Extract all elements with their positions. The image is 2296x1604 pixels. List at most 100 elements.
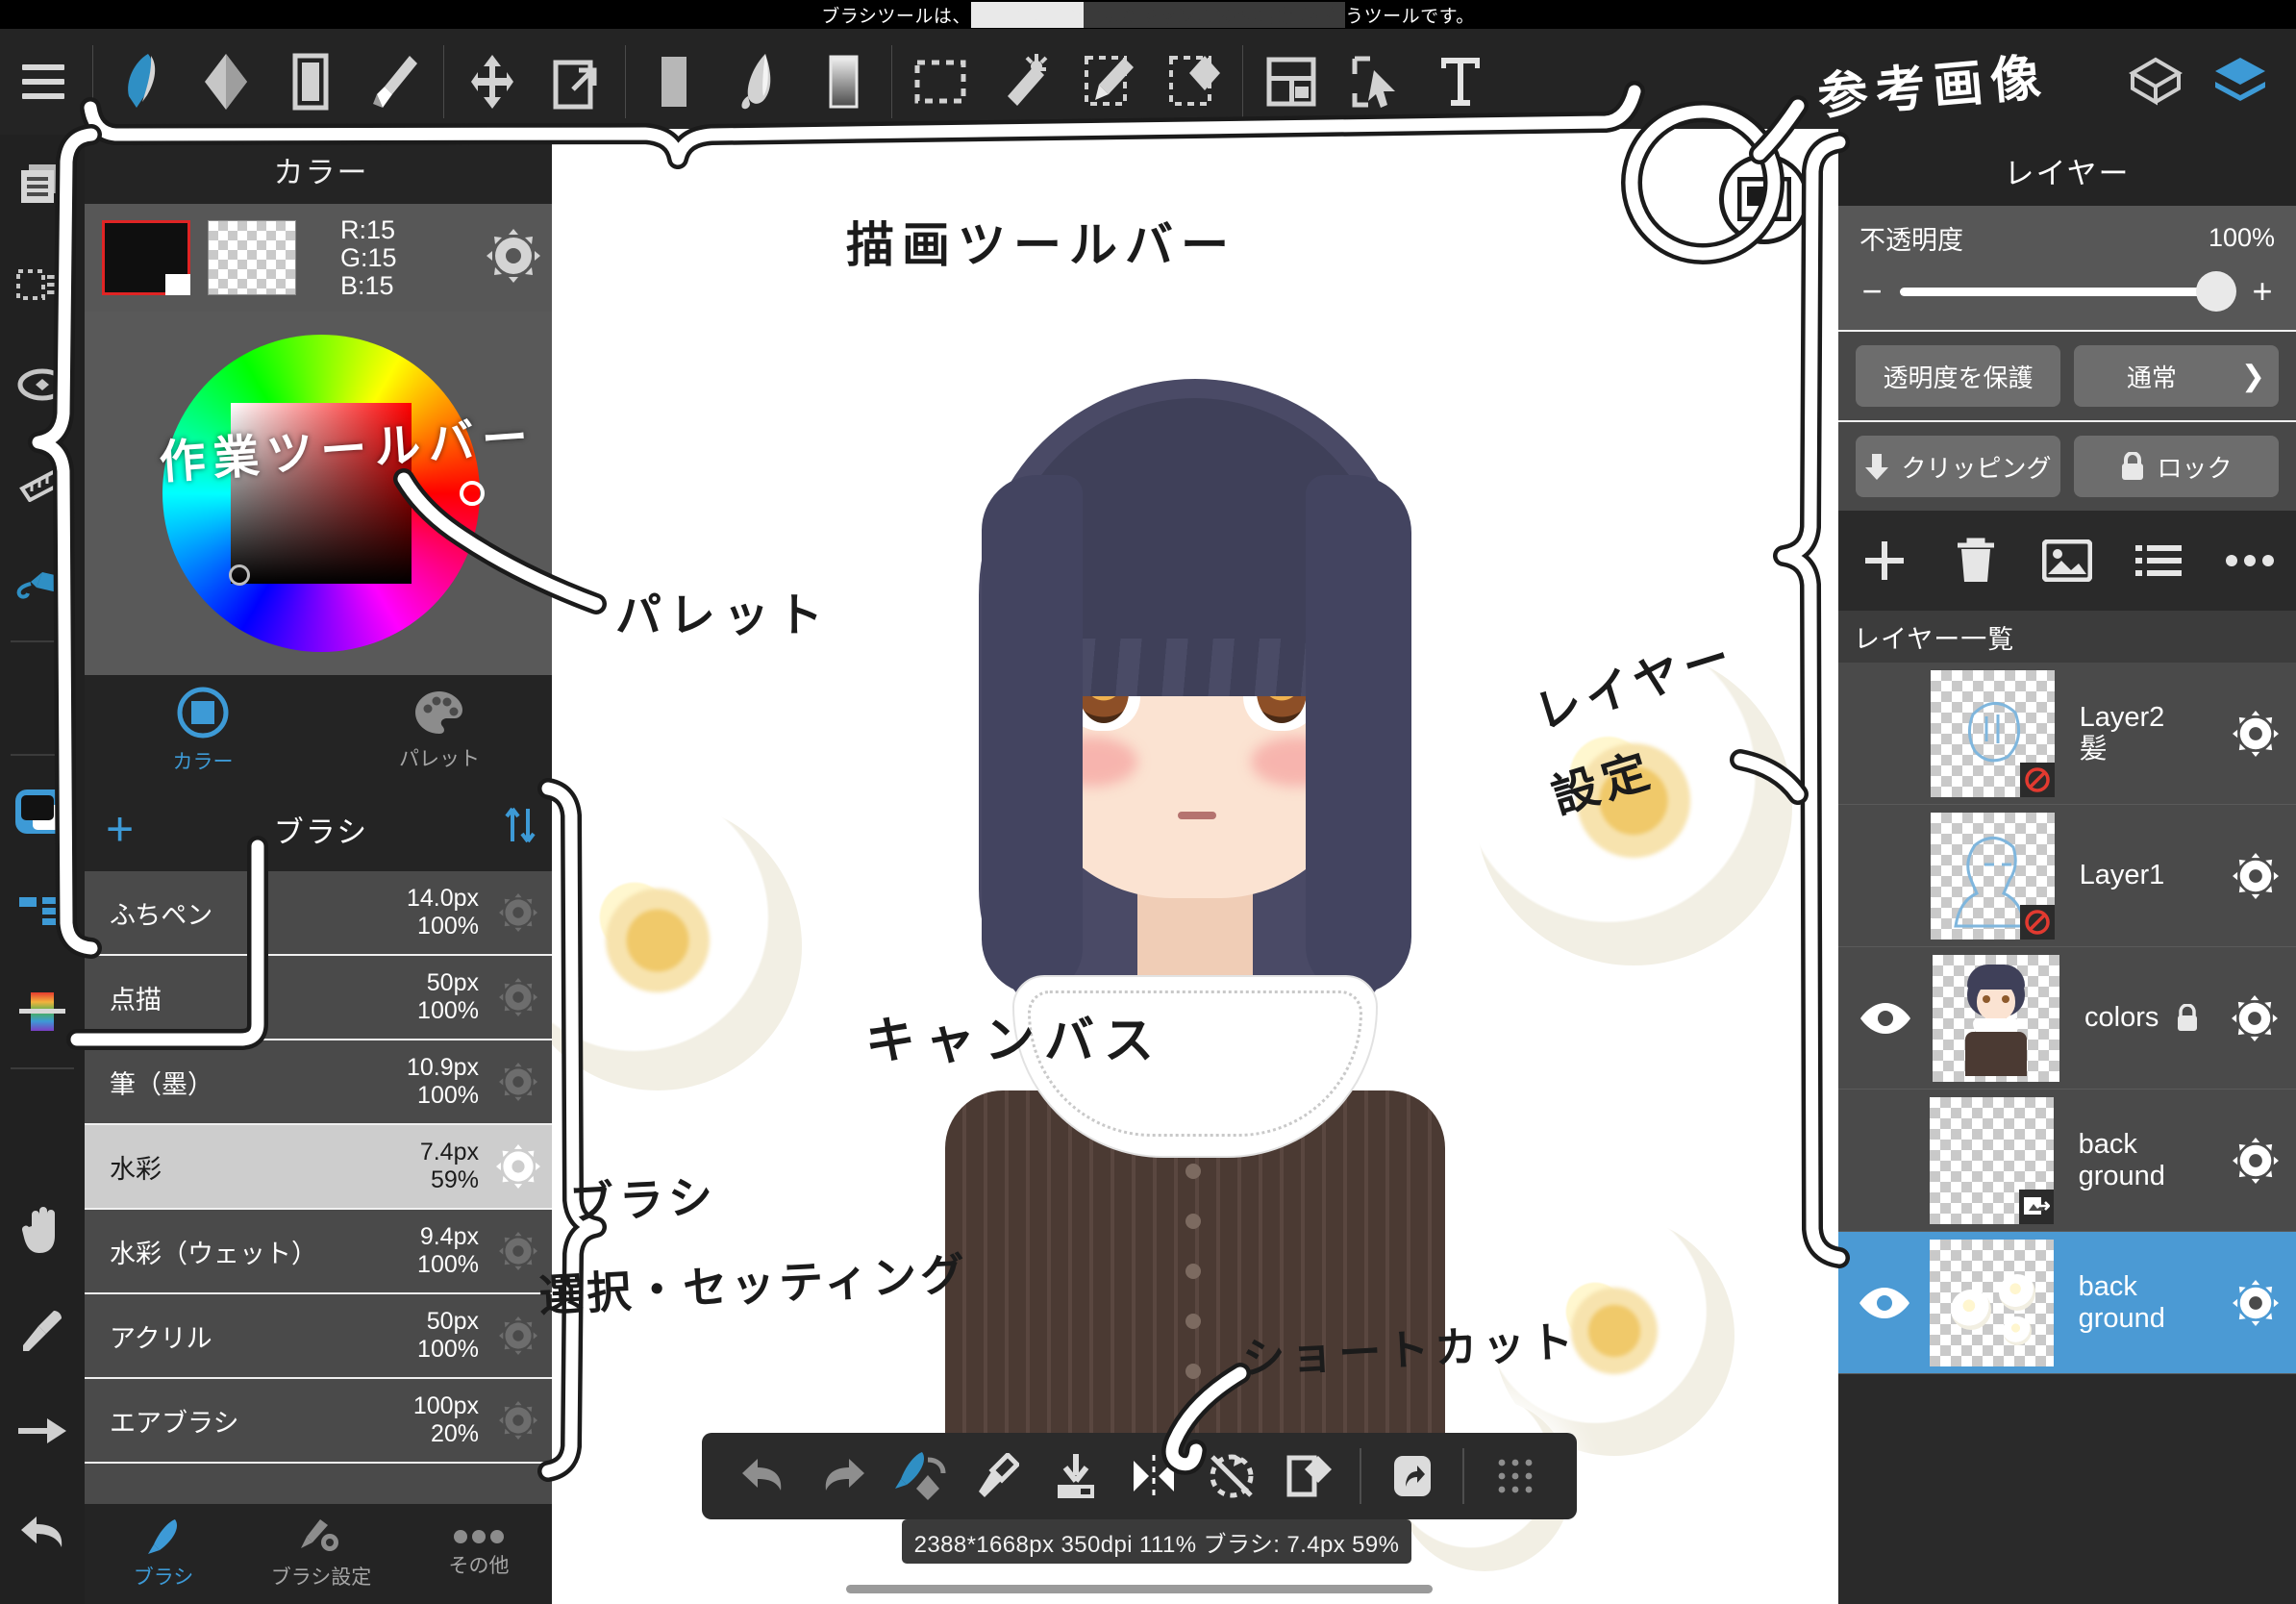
undo-icon[interactable] — [725, 1455, 803, 1497]
gear-icon[interactable] — [2215, 710, 2296, 757]
gear-icon[interactable] — [488, 1063, 548, 1101]
reference-window-icon[interactable] — [1719, 154, 1809, 244]
gear-icon[interactable] — [2215, 1137, 2296, 1184]
hue-knob[interactable] — [460, 481, 485, 506]
drag-handle-icon[interactable] — [1476, 1455, 1554, 1497]
pen-pressure-icon[interactable] — [0, 535, 85, 635]
layer-row[interactable]: Layer1 — [1838, 805, 2296, 947]
lock-button[interactable]: ロック — [2074, 436, 2279, 497]
brush-row[interactable]: 水彩（ウェット） 9.4px 100% — [85, 1210, 558, 1294]
opacity-slider[interactable]: − + — [1859, 271, 2275, 312]
paint-bucket-tool[interactable] — [716, 29, 801, 135]
gear-icon[interactable] — [2215, 852, 2296, 899]
color-wheel-area[interactable] — [85, 312, 558, 675]
share-icon[interactable] — [1373, 1454, 1451, 1498]
redo-icon[interactable] — [803, 1455, 881, 1497]
select-pen-tool[interactable] — [1067, 29, 1152, 135]
fill-tool[interactable] — [632, 29, 716, 135]
tab-color[interactable]: カラー — [85, 675, 321, 787]
layers-icon[interactable] — [2198, 29, 2283, 135]
layer-row[interactable]: back ground — [1838, 1090, 2296, 1232]
color-bar-icon[interactable] — [0, 962, 85, 1062]
clipping-button[interactable]: クリッピング — [1856, 436, 2060, 497]
move-tool[interactable] — [450, 29, 535, 135]
object-select-tool[interactable] — [1334, 29, 1418, 135]
ruler-icon[interactable] — [0, 435, 85, 535]
rotate-reset-icon[interactable] — [1192, 1451, 1270, 1501]
gear-icon[interactable] — [487, 228, 540, 288]
smudge-tool[interactable] — [268, 29, 353, 135]
gear-icon[interactable] — [2213, 994, 2296, 1041]
brush-row[interactable]: ふちペン 14.0px 100% — [85, 871, 558, 956]
gear-icon[interactable] — [488, 893, 548, 932]
brush-row[interactable]: アクリル 50px 100% — [85, 1294, 558, 1379]
gear-icon[interactable] — [488, 1232, 548, 1270]
gear-icon[interactable] — [488, 978, 548, 1016]
material-3d-icon[interactable] — [2113, 29, 2198, 135]
saturation-value-box[interactable] — [229, 403, 412, 586]
eyedropper-icon[interactable] — [0, 1281, 85, 1381]
footer-tab-brush-settings[interactable]: ブラシ設定 — [242, 1504, 400, 1604]
opacity-increase-button[interactable]: + — [2250, 274, 2275, 309]
opacity-slider-track[interactable] — [1900, 271, 2236, 312]
artboard[interactable] — [552, 129, 1838, 1604]
arrow-right-icon[interactable] — [0, 1381, 85, 1481]
sort-updown-icon[interactable] — [504, 805, 537, 854]
layer-menu-icon[interactable] — [2113, 543, 2205, 578]
eyedropper-icon[interactable] — [959, 1453, 1036, 1499]
layer-row[interactable]: colors — [1838, 947, 2296, 1090]
add-layer-icon[interactable] — [1838, 538, 1930, 584]
brush-eraser-swap-icon[interactable] — [881, 1450, 959, 1502]
gear-icon[interactable] — [488, 1316, 548, 1355]
gradient-tool[interactable] — [801, 29, 886, 135]
layer-row-selected[interactable]: back ground — [1838, 1232, 2296, 1374]
rotate-icon[interactable] — [0, 335, 85, 435]
brush-tool[interactable] — [99, 29, 184, 135]
layer-row[interactable]: Layer2髪 — [1838, 663, 2296, 805]
chevron-right-icon: ❯ — [2240, 360, 2265, 392]
canvas-area[interactable] — [552, 129, 1838, 1604]
text-tool[interactable] — [1418, 29, 1503, 135]
new-layer-eraser-icon[interactable] — [1270, 1452, 1348, 1500]
tab-palette[interactable]: パレット — [321, 675, 558, 787]
brush-opacity: 100% — [417, 1336, 479, 1363]
opacity-decrease-button[interactable]: − — [1859, 274, 1884, 309]
hand-pan-icon[interactable] — [0, 1181, 85, 1281]
brush-row[interactable]: 筆（墨） 10.9px 100% — [85, 1040, 558, 1125]
flip-horizontal-icon[interactable] — [1114, 1453, 1192, 1499]
background-color-swatch[interactable] — [208, 220, 296, 295]
marquee-select-tool[interactable] — [898, 29, 983, 135]
eraser-tool[interactable] — [184, 29, 268, 135]
horizontal-scrollbar[interactable] — [846, 1585, 1433, 1593]
gear-icon[interactable] — [488, 1401, 548, 1440]
more-options-icon[interactable] — [2205, 554, 2296, 567]
selection-settings-icon[interactable] — [0, 235, 85, 335]
import-image-icon[interactable] — [2021, 539, 2112, 582]
protect-alpha-button[interactable]: 透明度を保護 — [1856, 345, 2060, 407]
brush-row[interactable]: エアブラシ 100px 20% — [85, 1379, 558, 1464]
gear-icon[interactable] — [2215, 1279, 2296, 1326]
foreground-color-swatch[interactable] — [102, 220, 190, 295]
delete-layer-icon[interactable] — [1930, 538, 2021, 584]
layer-visibility-toggle[interactable] — [1838, 1001, 1933, 1036]
undo-icon[interactable] — [0, 1481, 85, 1581]
layer-visibility-toggle[interactable] — [1838, 1286, 1930, 1320]
footer-tab-more[interactable]: その他 — [400, 1504, 558, 1604]
magic-wand-tool[interactable] — [983, 29, 1067, 135]
footer-tab-brush[interactable]: ブラシ — [85, 1504, 242, 1604]
blur-tool[interactable] — [353, 29, 437, 135]
merge-down-icon[interactable] — [1036, 1452, 1114, 1500]
transform-tool[interactable] — [535, 29, 619, 135]
opacity-slider-knob[interactable] — [2196, 271, 2236, 312]
brush-row-selected[interactable]: 水彩 7.4px 59% — [85, 1125, 558, 1210]
layer-list-icon[interactable] — [0, 862, 85, 962]
select-eraser-tool[interactable] — [1152, 29, 1236, 135]
fg-bg-color-icon[interactable] — [0, 762, 85, 862]
brush-row[interactable]: 点描 50px 100% — [85, 956, 558, 1040]
canvas-layout-tool[interactable] — [1249, 29, 1334, 135]
blend-mode-button[interactable]: 通常 ❯ — [2074, 345, 2279, 407]
gear-icon[interactable] — [488, 1144, 548, 1189]
canvas-list-icon[interactable] — [0, 135, 85, 235]
sv-knob[interactable] — [229, 564, 250, 586]
hamburger-icon[interactable] — [0, 29, 87, 135]
